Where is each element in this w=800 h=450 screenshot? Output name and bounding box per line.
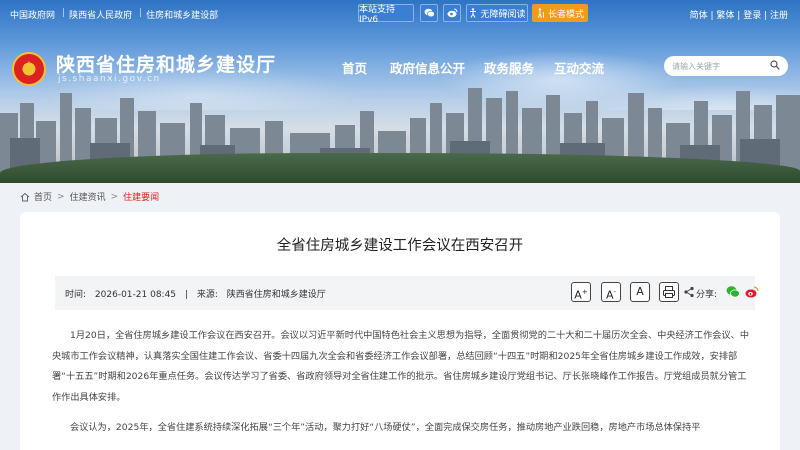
link-simplified[interactable]: 简体 [690, 11, 708, 21]
article-meta-bar: 时间: 2026-01-21 08:45 | 来源: 陕西省住房和城乡建设厅 A… [55, 276, 759, 310]
article-title: 全省住房城乡建设工作会议在西安召开 [276, 238, 524, 254]
font-reset-label: A [636, 285, 644, 298]
source-label: 来源: [196, 290, 218, 300]
font-increase-label: A [574, 288, 582, 302]
plus-icon: + [581, 288, 588, 296]
share-icon [684, 286, 694, 298]
publish-time: 2026-01-21 08:45 [94, 290, 177, 300]
account-links: 简体 | 繁体 | 登录 | 注册 [690, 8, 788, 21]
accessibility-label: 无障碍阅读 [480, 9, 526, 20]
breadcrumb-home[interactable]: 首页 [34, 190, 52, 203]
link-login[interactable]: 登录 [743, 11, 761, 21]
nav-interaction[interactable]: 互动交流 [554, 58, 604, 77]
wechat-share-icon[interactable] [726, 285, 740, 299]
printer-icon [663, 286, 675, 298]
nav-home[interactable]: 首页 [342, 58, 367, 77]
search-input[interactable]: 请输入关键字 [664, 56, 788, 76]
nav-services[interactable]: 政务服务 [484, 58, 534, 77]
chevron-right-icon: > [110, 191, 119, 202]
top-links: 中国政府网 | 陕西省人民政府 | 住房和城乡建设部 [10, 8, 221, 21]
separator: | [184, 290, 188, 300]
font-reset-button[interactable]: A [630, 282, 650, 302]
wechat-icon [424, 8, 435, 18]
article-paragraph: 1月20日，全省住房城乡建设工作会议在西安召开。会议以习近平新时代中国特色社会主… [52, 330, 750, 403]
weibo-share-icon[interactable] [745, 285, 759, 299]
minus-icon: - [613, 288, 617, 296]
print-button[interactable] [659, 282, 679, 302]
elder-mode-button[interactable]: 长者模式 [532, 4, 588, 22]
accessibility-button[interactable]: 无障碍阅读 [466, 4, 528, 22]
breadcrumb-news[interactable]: 住建资讯 [70, 190, 106, 203]
ipv6-badge: 本站支持IPv6 [358, 4, 414, 25]
site-title[interactable]: 陕西省住房和城乡建设厅 [56, 50, 276, 77]
weibo-icon [447, 8, 457, 18]
article-card: 全省住房城乡建设工作会议在西安召开 时间: 2026-01-21 08:45 |… [20, 212, 780, 450]
wechat-button[interactable] [420, 4, 438, 22]
top-bar: 中国政府网 | 陕西省人民政府 | 住房和城乡建设部 本站支持IPv6 无障碍阅… [0, 0, 800, 28]
link-shaanxi-gov[interactable]: 陕西省人民政府 [69, 8, 132, 21]
separator: | [139, 8, 143, 18]
share-label: 分享: [696, 290, 718, 300]
separator: | [62, 8, 66, 18]
time-label: 时间: [65, 290, 87, 300]
link-gov-cn[interactable]: 中国政府网 [10, 8, 55, 21]
banner-trees [0, 153, 800, 183]
font-decrease-label: A [605, 288, 614, 302]
weibo-button[interactable] [443, 4, 461, 22]
breadcrumb-current[interactable]: 住建要闻 [123, 190, 159, 203]
elder-mode-label: 长者模式 [547, 9, 584, 20]
article-body: 1月20日，全省住房城乡建设工作会议在西安召开。会议以习近平新时代中国特色社会主… [52, 326, 752, 449]
home-icon [20, 192, 30, 201]
font-increase-button[interactable]: A+ [571, 282, 591, 302]
chevron-right-icon: > [57, 191, 65, 202]
accessibility-icon [470, 8, 477, 18]
separator: | [761, 11, 770, 21]
article-paragraph: 会议认为，2025年，全省住建系统持续深化拓展“三个年”活动，聚力打好“八场硬仗… [70, 422, 701, 433]
national-emblem-logo[interactable]: ★ [12, 52, 46, 86]
link-traditional[interactable]: 繁体 [716, 11, 734, 21]
nav-gov-info[interactable]: 政府信息公开 [390, 58, 465, 77]
search-placeholder: 请输入关键字 [672, 62, 720, 71]
link-register[interactable]: 注册 [770, 11, 788, 21]
article-meta-text: 时间: 2026-01-21 08:45 | 来源: 陕西省住房和城乡建设厅 [65, 287, 332, 300]
site-domain: js.shaanxi.gov.cn [58, 74, 161, 84]
source-value: 陕西省住房和城乡建设厅 [226, 290, 326, 300]
star-icon: ★ [23, 59, 35, 74]
separator: | [734, 11, 744, 21]
breadcrumb: 首页 > 住建资讯 > 住建要闻 [20, 190, 159, 203]
font-decrease-button[interactable]: A- [601, 282, 621, 302]
elder-icon [538, 8, 544, 18]
link-mohurd[interactable]: 住房和城乡建设部 [146, 8, 218, 21]
search-icon[interactable] [770, 60, 780, 70]
